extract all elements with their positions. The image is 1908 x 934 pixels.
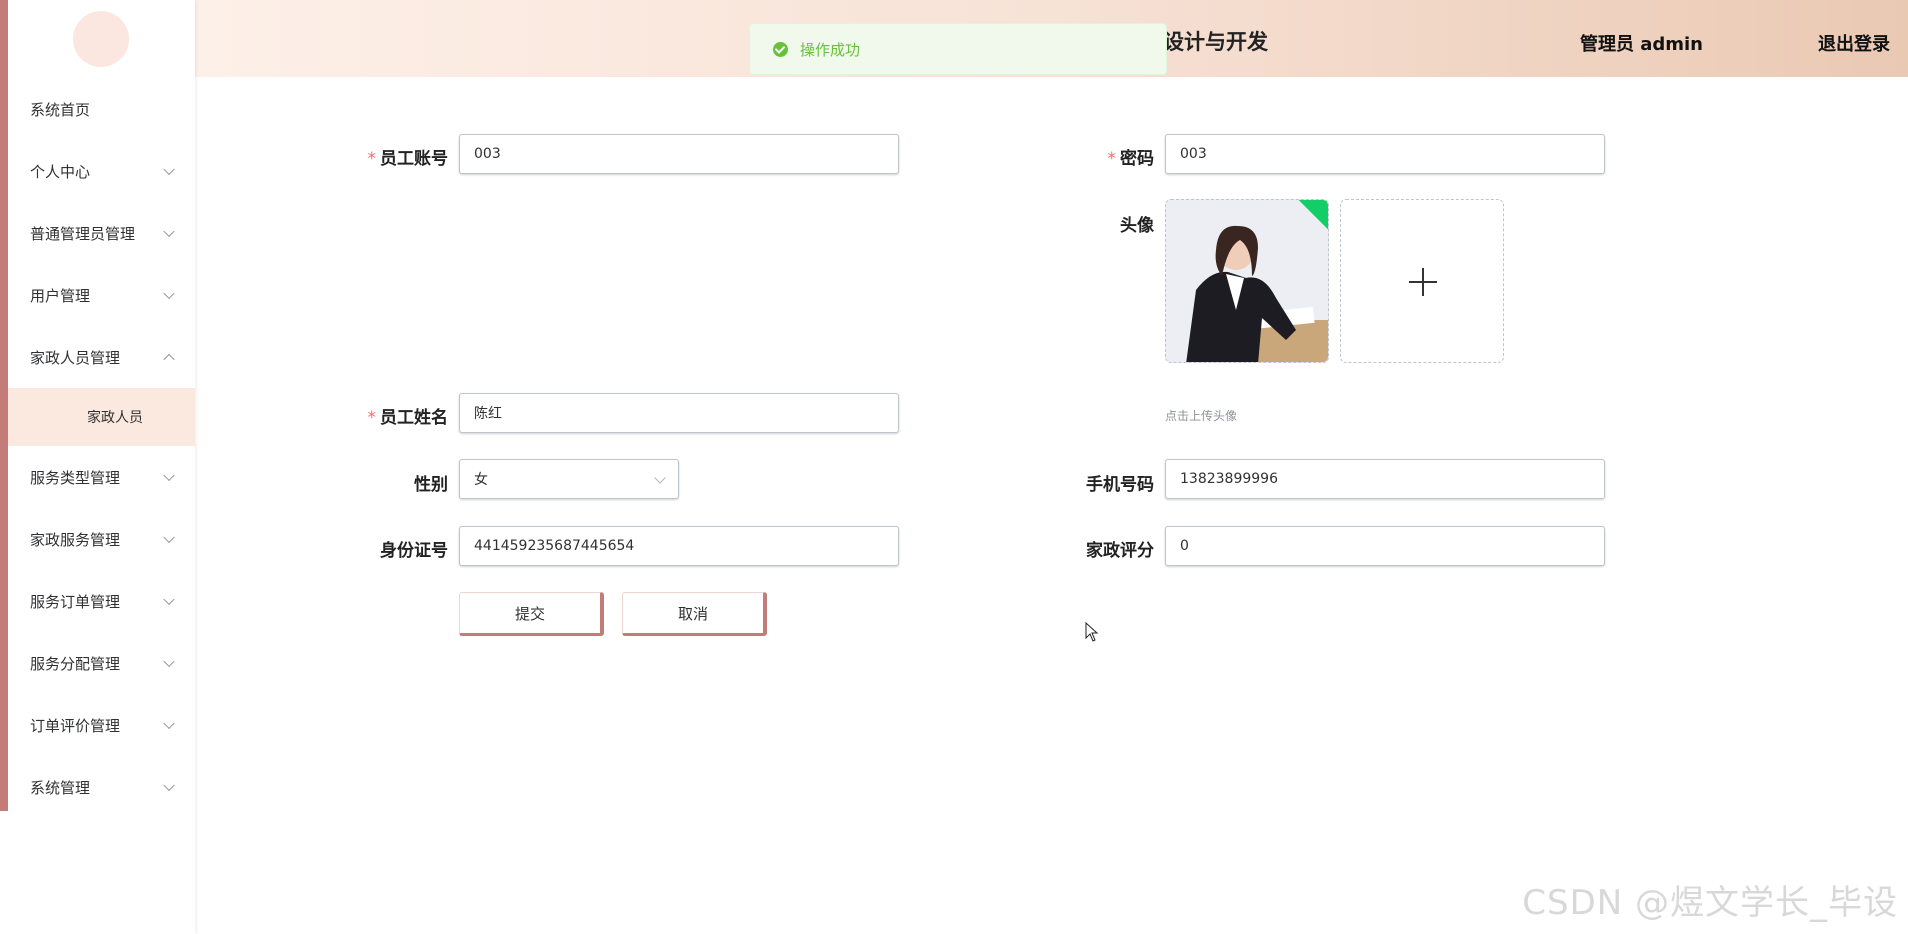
sidebar-item-label: 订单评价管理 bbox=[30, 716, 121, 735]
rating-label: 家政评分 bbox=[1014, 536, 1154, 561]
sidebar-item-system-manage[interactable]: 系统管理 bbox=[8, 756, 195, 818]
account-label-text: 员工账号 bbox=[380, 149, 448, 169]
sidebar-item-label: 家政人员管理 bbox=[30, 348, 121, 367]
sidebar-item-label: 服务类型管理 bbox=[30, 468, 121, 487]
idcard-input[interactable]: 441459235687445654 bbox=[459, 526, 899, 566]
idcard-label: 身份证号 bbox=[308, 536, 448, 561]
rating-label-text: 家政评分 bbox=[1086, 541, 1154, 561]
name-value: 陈红 bbox=[474, 406, 502, 422]
phone-value: 13823899996 bbox=[1180, 471, 1278, 487]
password-value: 003 bbox=[1180, 146, 1207, 162]
cancel-button[interactable]: 取消 bbox=[622, 592, 767, 636]
sidebar-item-admin-manage[interactable]: 普通管理员管理 bbox=[8, 202, 195, 264]
chevron-down-icon bbox=[163, 779, 175, 792]
gender-value: 女 bbox=[474, 472, 488, 488]
submit-button[interactable]: 提交 bbox=[459, 592, 604, 636]
sidebar-item-label: 服务分配管理 bbox=[30, 654, 121, 673]
toast-message: 操作成功 bbox=[800, 40, 861, 59]
chevron-down-icon bbox=[163, 531, 175, 544]
sidebar-item-label: 服务订单管理 bbox=[30, 592, 121, 611]
sidebar-item-label: 普通管理员管理 bbox=[30, 224, 136, 243]
watermark: CSDN @煜文学长_毕设 bbox=[1522, 883, 1898, 923]
name-label-text: 员工姓名 bbox=[380, 408, 448, 428]
sidebar-item-service-manage[interactable]: 家政服务管理 bbox=[8, 508, 195, 570]
sidebar-item-label: 个人中心 bbox=[30, 162, 91, 181]
idcard-label-text: 身份证号 bbox=[380, 541, 448, 561]
gender-label-text: 性别 bbox=[414, 475, 448, 495]
sidebar: 系统首页 个人中心 普通管理员管理 用户管理 家政人员管理 家政人员 服务类型管… bbox=[0, 0, 195, 934]
required-mark: * bbox=[367, 149, 377, 169]
sidebar-accent-bar bbox=[0, 0, 8, 811]
sidebar-item-assign-manage[interactable]: 服务分配管理 bbox=[8, 632, 195, 694]
check-circle-icon bbox=[773, 41, 788, 57]
avatar-thumbnail[interactable] bbox=[1165, 199, 1329, 363]
chevron-down-icon bbox=[163, 655, 175, 668]
account-value: 003 bbox=[474, 146, 501, 162]
sidebar-item-service-type[interactable]: 服务类型管理 bbox=[8, 446, 195, 508]
avatar-upload-button[interactable] bbox=[1340, 199, 1504, 363]
password-label: * 密码 bbox=[1014, 144, 1155, 169]
required-mark: * bbox=[1107, 149, 1117, 169]
chevron-down-icon bbox=[163, 225, 175, 238]
chevron-down-icon bbox=[163, 287, 175, 300]
chevron-down-icon bbox=[163, 593, 175, 606]
account-input[interactable]: 003 bbox=[459, 134, 899, 174]
gender-select[interactable]: 女 bbox=[459, 459, 679, 499]
sidebar-item-home[interactable]: 系统首页 bbox=[8, 78, 195, 140]
chevron-down-icon bbox=[163, 163, 175, 176]
upload-hint: 点击上传头像 bbox=[1165, 409, 1238, 423]
phone-label-text: 手机号码 bbox=[1086, 475, 1154, 495]
account-label: * 员工账号 bbox=[308, 144, 449, 169]
sidebar-item-user-manage[interactable]: 用户管理 bbox=[8, 264, 195, 326]
sidebar-avatar bbox=[73, 11, 129, 67]
sidebar-item-review-manage[interactable]: 订单评价管理 bbox=[8, 694, 195, 756]
required-mark: * bbox=[367, 408, 377, 428]
phone-input[interactable]: 13823899996 bbox=[1165, 459, 1605, 499]
sidebar-item-label: 系统管理 bbox=[30, 778, 91, 797]
avatar-photo bbox=[1166, 200, 1328, 362]
sidebar-item-label: 用户管理 bbox=[30, 286, 91, 305]
sidebar-subitem-housekeeper[interactable]: 家政人员 bbox=[8, 388, 195, 446]
chevron-down-icon bbox=[654, 472, 666, 484]
logout-link[interactable]: 退出登录 bbox=[1818, 30, 1890, 56]
chevron-up-icon bbox=[163, 353, 175, 366]
sidebar-item-personal-center[interactable]: 个人中心 bbox=[8, 140, 195, 202]
idcard-value: 441459235687445654 bbox=[474, 538, 635, 554]
plus-icon bbox=[1409, 268, 1437, 296]
chevron-down-icon bbox=[163, 469, 175, 482]
phone-label: 手机号码 bbox=[1014, 470, 1154, 495]
sidebar-menu: 系统首页 个人中心 普通管理员管理 用户管理 家政人员管理 家政人员 服务类型管… bbox=[8, 78, 195, 818]
current-user: 管理员 admin bbox=[1579, 34, 1703, 55]
name-input[interactable]: 陈红 bbox=[459, 393, 899, 433]
avatar-label-text: 头像 bbox=[1120, 216, 1154, 236]
password-label-text: 密码 bbox=[1120, 149, 1154, 169]
chevron-down-icon bbox=[163, 717, 175, 730]
avatar-label: 头像 bbox=[1014, 211, 1154, 236]
sidebar-item-order-manage[interactable]: 服务订单管理 bbox=[8, 570, 195, 632]
page-title: 设计与开发 bbox=[1163, 30, 1268, 54]
password-input[interactable]: 003 bbox=[1165, 134, 1605, 174]
rating-value: 0 bbox=[1180, 538, 1189, 554]
mouse-cursor-icon bbox=[1085, 622, 1099, 642]
sidebar-item-label: 系统首页 bbox=[30, 100, 91, 119]
sidebar-subitem-label: 家政人员 bbox=[87, 410, 143, 426]
sidebar-item-label: 家政服务管理 bbox=[30, 530, 121, 549]
success-toast: 操作成功 bbox=[749, 23, 1167, 75]
gender-label: 性别 bbox=[308, 470, 448, 495]
rating-input[interactable]: 0 bbox=[1165, 526, 1605, 566]
sidebar-item-housekeeper-manage[interactable]: 家政人员管理 bbox=[8, 326, 195, 388]
name-label: * 员工姓名 bbox=[308, 403, 449, 428]
